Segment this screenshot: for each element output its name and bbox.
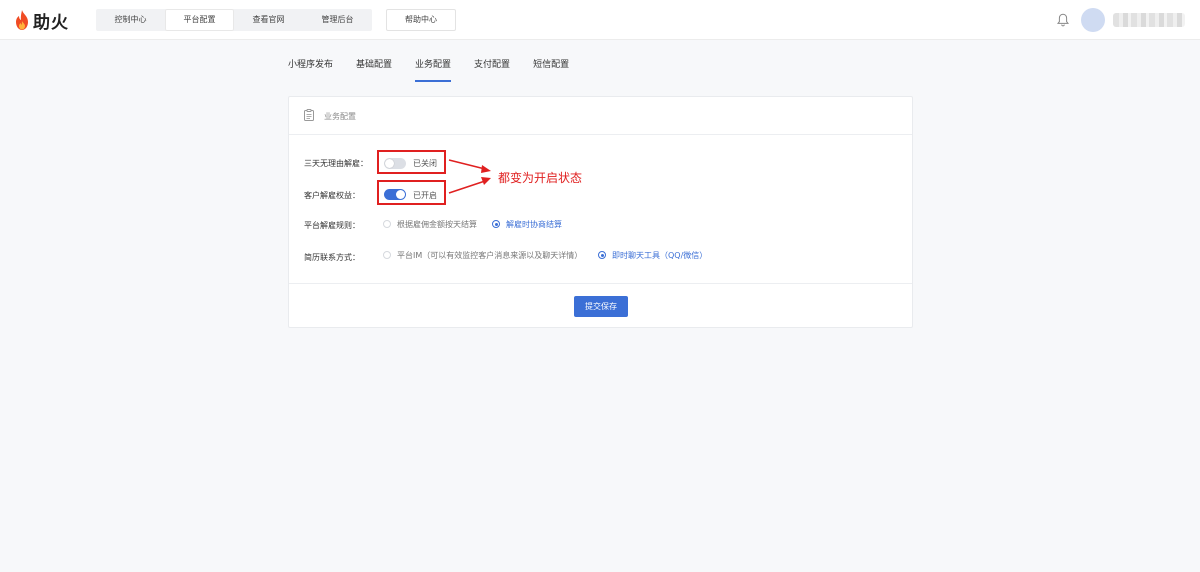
contact-option-im-label[interactable]: 平台IM（可以有效监控客户消息来源以及聊天详情） [397,250,582,261]
rule-option-daily-radio[interactable] [383,220,391,228]
tab-basic-config[interactable]: 基础配置 [356,58,392,82]
nav-item-control-center[interactable]: 控制中心 [96,9,165,31]
top-nav: 控制中心 平台配置 查看官网 管理后台 [96,9,372,31]
card-divider [289,283,912,284]
card-title: 业务配置 [324,112,356,121]
annotation-text: 都变为开启状态 [498,171,583,185]
top-bar: 助火 控制中心 平台配置 查看官网 管理后台 帮助中心 [0,0,1200,40]
flame-icon [16,10,28,30]
business-config-card: 业务配置 三天无理由解雇： 已关闭 客户解雇权益： 已开启 平台解雇规则： 根据… [288,96,913,328]
contact-label: 简历联系方式： [304,253,360,262]
highlight-box-refund [377,150,446,174]
bell-icon[interactable] [1057,13,1069,27]
tab-business-config[interactable]: 业务配置 [415,58,452,82]
tab-sms-config[interactable]: 短信配置 [533,58,569,82]
help-center-button[interactable]: 帮助中心 [386,9,456,31]
config-tabs: 小程序发布 基础配置 业务配置 支付配置 短信配置 [288,58,592,82]
avatar[interactable] [1081,8,1105,32]
username-blurred[interactable] [1113,13,1185,27]
card-header: 业务配置 [289,97,912,135]
logo[interactable]: 助火 [14,9,69,33]
nav-item-admin-backend[interactable]: 管理后台 [303,9,372,31]
brand-name: 助火 [33,12,69,33]
tab-miniprogram-publish[interactable]: 小程序发布 [288,58,333,82]
rule-option-daily-label[interactable]: 根据雇佣金额按天结算 [397,219,477,230]
submit-save-button[interactable]: 提交保存 [574,296,628,317]
contact-option-chat-label[interactable]: 即时聊天工具（QQ/微信） [612,250,707,261]
refund-label: 三天无理由解雇： [304,159,368,168]
contact-option-chat-radio[interactable] [598,251,606,259]
clipboard-icon [304,109,314,121]
nav-item-platform-config[interactable]: 平台配置 [165,9,234,31]
highlight-box-rights [377,180,446,205]
tab-payment-config[interactable]: 支付配置 [474,58,510,82]
contact-option-im-radio[interactable] [383,251,391,259]
nav-item-official-site[interactable]: 查看官网 [234,9,303,31]
annotation-arrows [448,159,491,194]
rule-option-negotiate-radio[interactable] [492,220,500,228]
rule-option-negotiate-label[interactable]: 解雇时协商结算 [506,219,562,230]
rule-label: 平台解雇规则： [304,221,360,230]
rights-label: 客户解雇权益： [304,191,360,200]
